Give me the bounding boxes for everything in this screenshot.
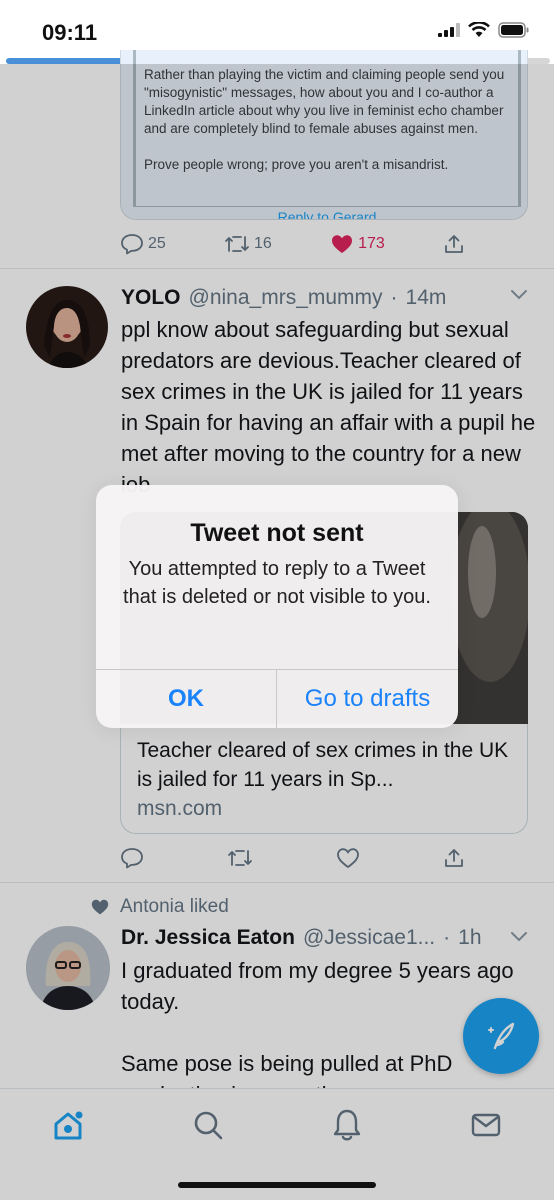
status-time: 09:11 — [42, 20, 98, 45]
ok-button[interactable]: OK — [96, 670, 277, 728]
alert-message: You attempted to reply to a Tweet that i… — [123, 558, 431, 608]
status-bar: 09:11 — [0, 0, 554, 56]
home-indicator — [178, 1182, 376, 1188]
alert-title: Tweet not sent — [190, 519, 364, 547]
wifi-icon — [468, 22, 490, 37]
tweet-not-sent-alert: Tweet not sent You attempted to reply to… — [96, 485, 458, 728]
go-to-drafts-button[interactable]: Go to drafts — [277, 670, 458, 728]
status-icons — [438, 22, 530, 38]
cellular-signal-icon — [438, 23, 460, 37]
battery-icon — [498, 22, 529, 38]
